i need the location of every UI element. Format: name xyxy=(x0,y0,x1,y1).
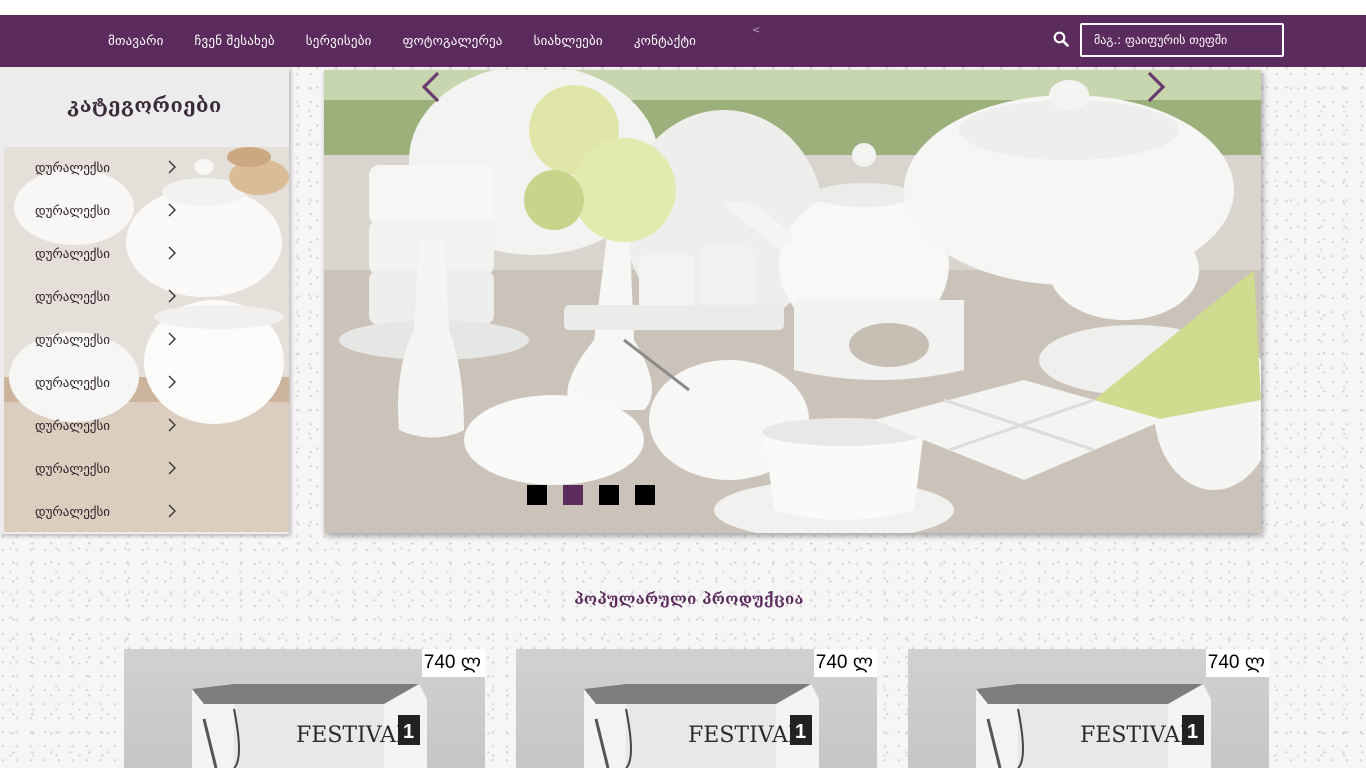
category-label: დურალექსი xyxy=(35,505,110,520)
category-item[interactable]: დურალექსი xyxy=(4,147,289,190)
product-brand-text: FESTIVAL xyxy=(1080,723,1195,748)
category-label: დურალექსი xyxy=(35,161,110,176)
category-item[interactable]: დურალექსი xyxy=(4,405,289,448)
category-label: დურალექსი xyxy=(35,204,110,219)
category-label: დურალექსი xyxy=(35,290,110,305)
product-price: 740 ლ xyxy=(1205,649,1269,677)
product-price: 740 ლ xyxy=(421,649,485,677)
slider-dot-1[interactable] xyxy=(527,485,547,505)
chevron-right-icon xyxy=(168,332,176,346)
nav-item-gallery[interactable]: ფოტოგალერეა xyxy=(403,34,503,49)
nav-item-contact[interactable]: კონტაქტი xyxy=(634,34,696,49)
chevron-right-icon xyxy=(168,418,176,432)
category-label: დურალექსი xyxy=(35,333,110,348)
chevron-right-icon xyxy=(168,375,176,389)
slider-next-arrow-icon[interactable] xyxy=(1144,70,1168,104)
category-item[interactable]: დურალექსი xyxy=(4,362,289,405)
slider-prev-arrow-icon[interactable] xyxy=(419,70,443,104)
product-brand-text: FESTIVAL xyxy=(296,723,411,748)
categories-sidebar: კატეგორიები დურალექსი დურალექსი დურალექს… xyxy=(0,67,289,534)
chevron-right-icon xyxy=(168,160,176,174)
category-label: დურალექსი xyxy=(35,247,110,262)
nav-menu: მთავარი ჩვენ შესახებ სერვისები ფოტოგალერ… xyxy=(108,15,727,67)
category-item[interactable]: დურალექსი xyxy=(4,233,289,276)
slide-image xyxy=(324,70,1261,533)
slider-dot-2[interactable] xyxy=(563,485,583,505)
chevron-right-icon xyxy=(168,203,176,217)
slider-dot-3[interactable] xyxy=(599,485,619,505)
category-label: დურალექსი xyxy=(35,419,110,434)
product-card[interactable]: FESTIVAL 1 740 ლ xyxy=(124,649,485,768)
slider-pagination xyxy=(527,485,671,505)
category-item[interactable]: დურალექსი xyxy=(4,491,289,534)
nav-item-news[interactable]: სიახლეები xyxy=(534,34,603,49)
product-price: 740 ლ xyxy=(813,649,877,677)
nav-item-services[interactable]: სერვისები xyxy=(306,34,372,49)
hero-slider xyxy=(324,70,1261,533)
category-item[interactable]: დურალექსი xyxy=(4,448,289,491)
search-input[interactable] xyxy=(1080,23,1284,57)
top-strip xyxy=(0,0,1366,15)
nav-caret-icon: < xyxy=(752,25,761,36)
chevron-right-icon xyxy=(168,289,176,303)
category-list: დურალექსი დურალექსი დურალექსი დურალექსი … xyxy=(4,147,289,534)
search-icon[interactable] xyxy=(1053,31,1069,47)
chevron-right-icon xyxy=(168,246,176,260)
product-card[interactable]: FESTIVAL 1 740 ლ xyxy=(908,649,1269,768)
nav-item-home[interactable]: მთავარი xyxy=(108,34,164,49)
product-brand-text: FESTIVAL xyxy=(688,723,803,748)
product-card[interactable]: FESTIVAL 1 740 ლ xyxy=(516,649,877,768)
product-badge-text: 1 xyxy=(1187,721,1198,743)
category-item[interactable]: დურალექსი xyxy=(4,319,289,362)
chevron-right-icon xyxy=(168,461,176,475)
product-badge-text: 1 xyxy=(403,721,414,743)
chevron-right-icon xyxy=(168,504,176,518)
product-badge-text: 1 xyxy=(795,721,806,743)
nav-item-about[interactable]: ჩვენ შესახებ xyxy=(195,34,275,49)
category-label: დურალექსი xyxy=(35,376,110,391)
category-item[interactable]: დურალექსი xyxy=(4,190,289,233)
sidebar-title: კატეგორიები xyxy=(67,93,222,117)
popular-products-title: პოპულარული პროდუქცია xyxy=(574,590,804,608)
category-label: დურალექსი xyxy=(35,462,110,477)
main-navbar: მთავარი ჩვენ შესახებ სერვისები ფოტოგალერ… xyxy=(0,15,1366,67)
category-item[interactable]: დურალექსი xyxy=(4,276,289,319)
slider-dot-4[interactable] xyxy=(635,485,655,505)
